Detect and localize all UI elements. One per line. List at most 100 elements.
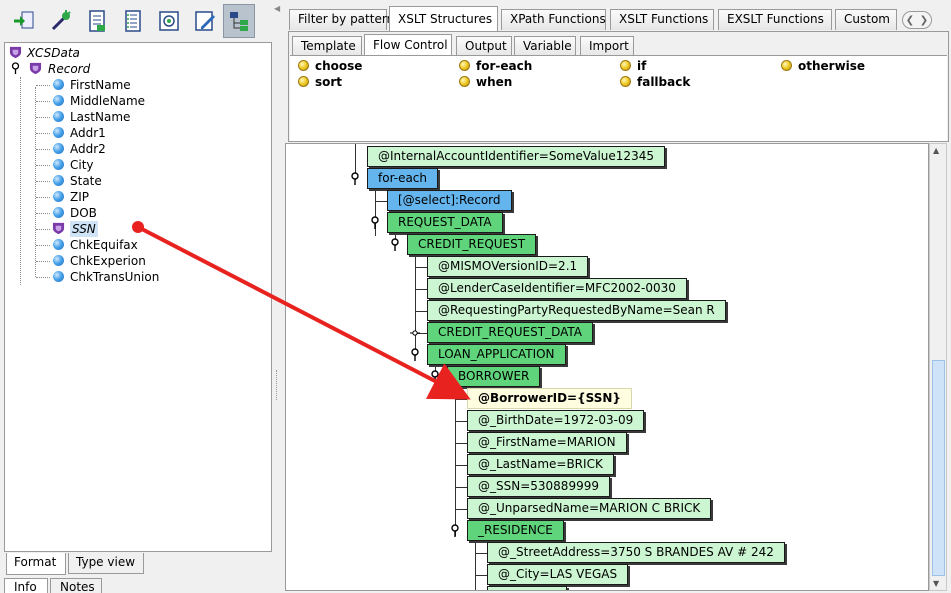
node-label: [@select]:Record <box>398 193 501 207</box>
expander-pin-icon[interactable] <box>370 216 380 230</box>
tree-line <box>36 149 50 150</box>
node-label: @MISMOVersionID=2.1 <box>438 259 578 273</box>
node-label: @_LastName=BRICK <box>478 457 603 471</box>
field-dot-icon <box>53 191 64 202</box>
node-borrower[interactable]: BORROWER <box>447 366 541 387</box>
scroll-right-icon[interactable]: ❯ <box>920 15 928 26</box>
tree-item-label: MiddleName <box>70 94 146 108</box>
expander-pin-icon[interactable] <box>410 348 420 362</box>
expander-pin-icon[interactable] <box>450 524 460 538</box>
tab-template[interactable]: Template <box>292 36 362 56</box>
tab-variable[interactable]: Variable <box>514 36 576 56</box>
node-credit-request-data[interactable]: CREDIT_REQUEST_DATA <box>427 322 593 343</box>
node-for-each[interactable]: for-each <box>367 168 439 189</box>
node-select-record[interactable]: [@select]:Record <box>387 190 512 211</box>
tab-notes[interactable]: Notes <box>50 578 102 593</box>
node-internal-account-identifier[interactable]: @InternalAccountIdentifier=SomeValue1234… <box>367 146 665 167</box>
tree-connector <box>455 443 467 444</box>
node-lender-case-identifier[interactable]: @LenderCaseIdentifier=MFC2002-0030 <box>427 278 687 299</box>
node-label: CREDIT_REQUEST <box>418 237 526 251</box>
tab-xpath-functions[interactable]: XPath Functions <box>501 9 606 30</box>
node-credit-request[interactable]: CREDIT_REQUEST <box>407 234 537 255</box>
tab-custom[interactable]: Custom <box>835 9 897 30</box>
add-node-button[interactable] <box>8 4 40 38</box>
expander-pin-icon[interactable] <box>430 370 440 384</box>
tab-scroll-buttons[interactable]: ❮ ❯ <box>902 11 932 29</box>
tab-flow-control[interactable]: Flow Control <box>364 34 452 56</box>
tree-item-label: FirstName <box>70 78 131 92</box>
mapping-tree-canvas[interactable]: @InternalAccountIdentifier=SomeValue1234… <box>285 143 929 591</box>
scrollbar-thumb[interactable] <box>932 360 945 576</box>
node-ssn[interactable]: @_SSN=530889999 <box>467 476 610 497</box>
scroll-up-icon[interactable]: ▲ <box>933 146 939 155</box>
node-loan-application[interactable]: LOAN_APPLICATION <box>427 344 566 365</box>
doc-list-button[interactable] <box>81 4 113 38</box>
node-request-data[interactable]: REQUEST_DATA <box>387 212 503 233</box>
tab-xslt-structures[interactable]: XSLT Structures <box>389 6 498 31</box>
panel-splitter[interactable]: ◀ <box>273 0 285 593</box>
node-requesting-party-name[interactable]: @RequestingPartyRequestedByName=Sean R <box>427 300 726 321</box>
node-residence[interactable]: _RESIDENCE <box>467 520 564 541</box>
node-street-address[interactable]: @_StreetAddress=3750 S BRANDES AV # 242 <box>487 542 785 563</box>
node-last-name[interactable]: @_LastName=BRICK <box>467 454 614 475</box>
preview-button[interactable] <box>153 4 185 38</box>
bullet-icon <box>298 60 309 71</box>
node-unparsed-name[interactable]: @_UnparsedName=MARION C BRICK <box>467 498 712 519</box>
tab-xslt-functions[interactable]: XSLT Functions <box>610 9 714 30</box>
doc-list2-button[interactable] <box>117 4 149 38</box>
tree-line <box>36 261 50 262</box>
kw-sort[interactable]: sort <box>293 74 342 90</box>
kw-fallback[interactable]: fallback <box>615 74 690 90</box>
expander-pin-icon[interactable] <box>350 172 360 186</box>
node-first-name[interactable]: @_FirstName=MARION <box>467 432 627 453</box>
tab-info[interactable]: Info <box>4 578 48 593</box>
node-birth-date[interactable]: @_BirthDate=1972-03-09 <box>467 410 645 431</box>
tab-type-view[interactable]: Type view <box>68 553 144 574</box>
add-node-icon <box>14 11 34 29</box>
node-label: BORROWER <box>458 369 530 383</box>
tree-item-label: DOB <box>70 206 97 220</box>
tab-output[interactable]: Output <box>456 36 512 56</box>
tab-label: Import <box>589 39 629 53</box>
node-city[interactable]: @_City=LAS VEGAS <box>487 564 629 585</box>
tree-connector <box>455 388 456 536</box>
tab-label: XSLT Structures <box>398 12 493 26</box>
node-partial[interactable] <box>487 586 567 590</box>
edit-button[interactable] <box>189 4 221 38</box>
kw-for-each[interactable]: for-each <box>454 58 532 74</box>
tree-line <box>20 77 21 285</box>
tree-item-label: City <box>70 158 94 172</box>
kw-otherwise[interactable]: otherwise <box>776 58 865 74</box>
splitter-grip <box>276 370 279 400</box>
kw-if[interactable]: if <box>615 58 646 74</box>
wand-button[interactable] <box>45 4 77 38</box>
tree-item-record[interactable]: Record <box>9 61 209 77</box>
kw-when[interactable]: when <box>454 74 512 90</box>
tab-info-label: Info <box>14 580 37 593</box>
field-dot-icon <box>53 255 64 266</box>
shield-icon <box>29 62 42 75</box>
node-borrower-id[interactable]: @BorrowerID={SSN} <box>467 388 632 409</box>
tab-exslt-functions[interactable]: EXSLT Functions <box>718 9 832 30</box>
tree-view-icon <box>230 12 248 31</box>
tab-notes-label: Notes <box>60 580 95 593</box>
collapse-left-icon[interactable]: ◀ <box>274 4 280 13</box>
node-mismo-version-id[interactable]: @MISMOVersionID=2.1 <box>427 256 589 277</box>
scroll-left-icon[interactable]: ❮ <box>906 15 914 26</box>
field-dot-icon <box>53 143 64 154</box>
field-dot-icon <box>53 271 64 282</box>
tree-view-button[interactable] <box>223 4 255 38</box>
tab-format[interactable]: Format <box>6 553 66 575</box>
canvas-vertical-scrollbar[interactable]: ▲ ▼ <box>929 143 947 591</box>
node-label: @_SSN=530889999 <box>478 479 599 493</box>
kw-choose[interactable]: choose <box>293 58 362 74</box>
tab-format-label: Format <box>14 555 57 569</box>
tab-filter-by-pattern[interactable]: Filter by pattern <box>289 9 394 30</box>
tab-import[interactable]: Import <box>580 36 634 56</box>
tree-root-label: XCSData <box>27 46 80 60</box>
scroll-down-icon[interactable]: ▼ <box>933 579 939 588</box>
expander-pin-icon[interactable] <box>390 238 400 252</box>
node-label: @_BirthDate=1972-03-09 <box>478 413 634 427</box>
collapsed-pin-icon[interactable] <box>410 326 420 340</box>
tab-label: Custom <box>844 12 890 26</box>
